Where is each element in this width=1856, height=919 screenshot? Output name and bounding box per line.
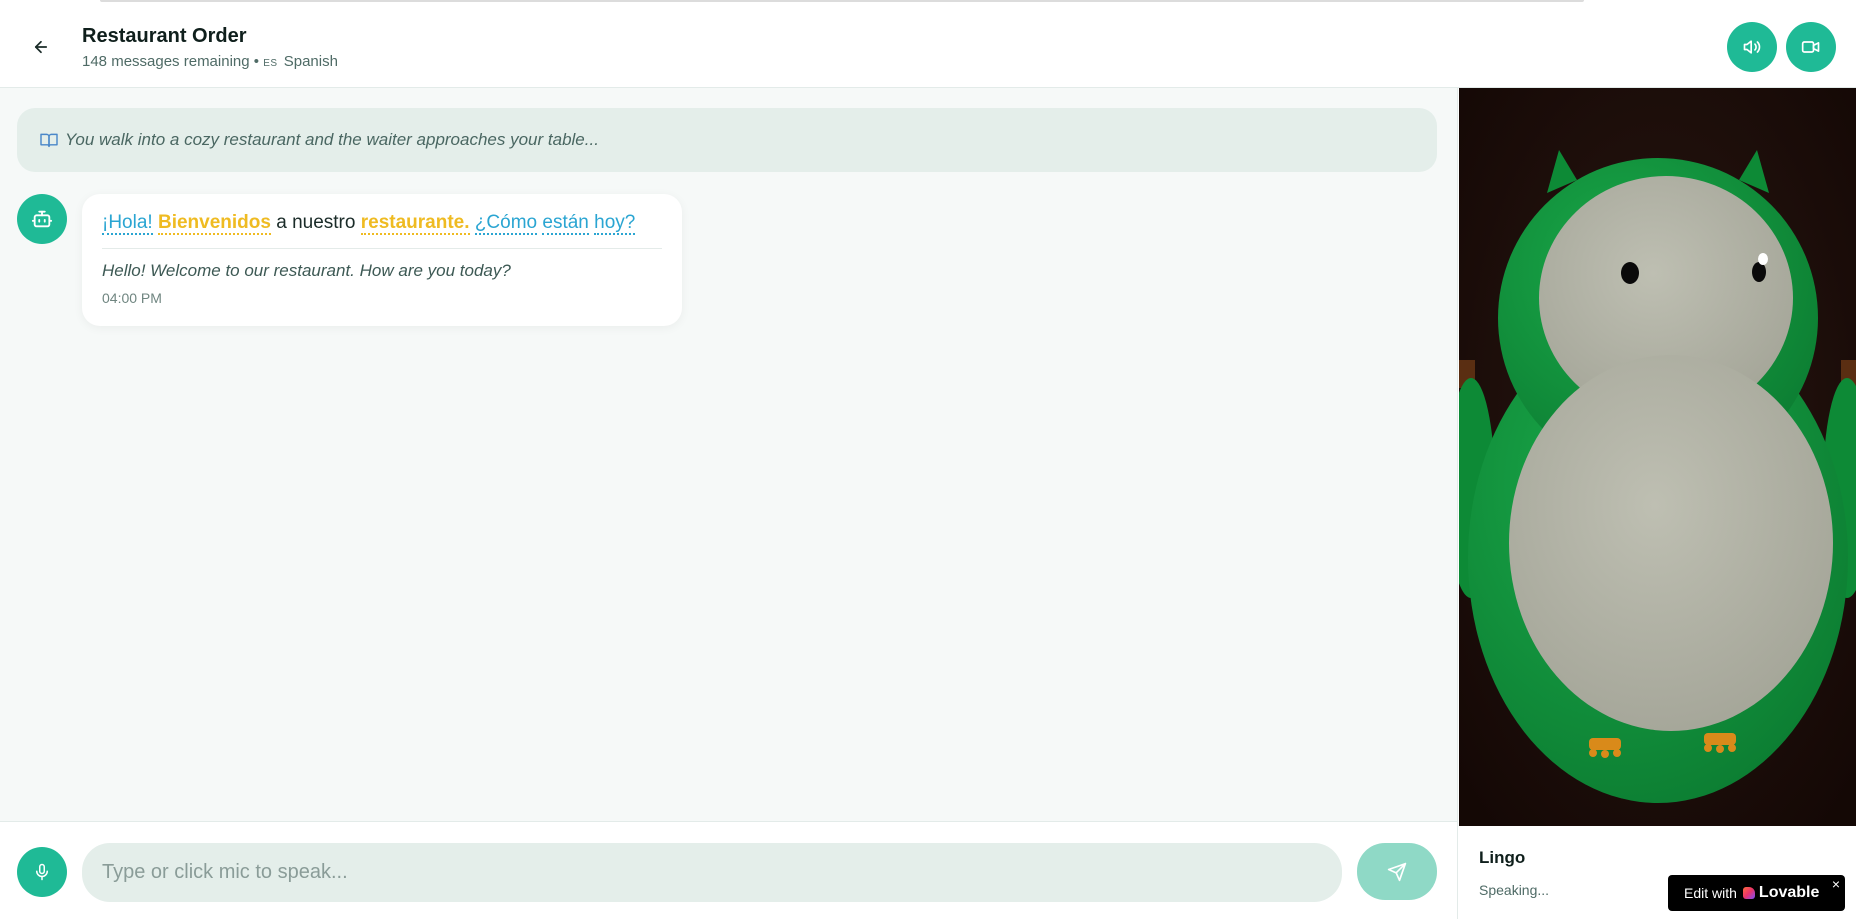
input-bar (0, 821, 1457, 919)
message-timestamp: 04:00 PM (102, 290, 162, 306)
header-subtitle: 148 messages remaining • ES Spanish (82, 53, 338, 70)
microphone-icon (36, 863, 48, 881)
scenario-text: You walk into a cozy restaurant and the … (65, 130, 599, 149)
arrow-left-icon (34, 40, 48, 54)
back-button[interactable] (26, 32, 56, 62)
lovable-logo-icon (1742, 887, 1755, 899)
book-icon (39, 132, 59, 148)
separator-dot: • (253, 53, 260, 70)
message-text: ¡Hola! Bienvenidos a nuestro restaurante… (102, 210, 662, 236)
word-bienvenidos[interactable]: Bienvenidos (157, 212, 271, 235)
chat-header: Restaurant Order 148 messages remaining … (0, 8, 1856, 88)
avatar-panel: Lingo Speaking... (1457, 88, 1856, 919)
scenario-banner: You walk into a cozy restaurant and the … (17, 108, 1437, 172)
owl-avatar-image (1459, 88, 1856, 826)
robot-icon (31, 210, 53, 228)
avatar-name: Lingo (1479, 848, 1526, 867)
send-icon (1387, 862, 1407, 881)
message-divider (102, 248, 662, 249)
message-input[interactable] (82, 843, 1342, 902)
word-como[interactable]: ¿Cómo (474, 212, 538, 235)
browser-top-strip (0, 0, 1856, 8)
edit-with-lovable-badge[interactable]: Edit with Lovable × (1668, 875, 1845, 911)
mic-button[interactable] (17, 847, 67, 897)
word-a-nuestro: a nuestro (276, 212, 356, 233)
avatar-scene (1459, 88, 1856, 826)
sound-button[interactable] (1727, 22, 1777, 72)
volume-icon (1743, 40, 1761, 54)
video-camera-icon (1801, 41, 1820, 53)
bot-avatar (17, 194, 67, 244)
language-flag: ES (263, 58, 278, 69)
badge-brand: Lovable (1758, 884, 1820, 901)
bot-message: ¡Hola! Bienvenidos a nuestro restaurante… (82, 194, 682, 326)
word-restaurante[interactable]: restaurante. (360, 212, 470, 235)
send-button[interactable] (1357, 843, 1437, 900)
language-name: Spanish (283, 53, 338, 70)
badge-prefix: Edit with (1684, 885, 1737, 901)
avatar-status: Speaking... (1479, 882, 1550, 898)
video-button[interactable] (1786, 22, 1836, 72)
badge-close-button[interactable]: × (1832, 876, 1840, 892)
chat-area: You walk into a cozy restaurant and the … (0, 88, 1457, 821)
scroll-indicator (100, 0, 1584, 2)
message-translation: Hello! Welcome to our restaurant. How ar… (102, 261, 511, 280)
word-hoy[interactable]: hoy? (594, 212, 636, 235)
word-estan[interactable]: están (542, 212, 589, 235)
page-title: Restaurant Order (82, 25, 247, 47)
messages-remaining: 148 messages remaining (82, 53, 250, 70)
word-hola[interactable]: ¡Hola! (102, 212, 153, 235)
